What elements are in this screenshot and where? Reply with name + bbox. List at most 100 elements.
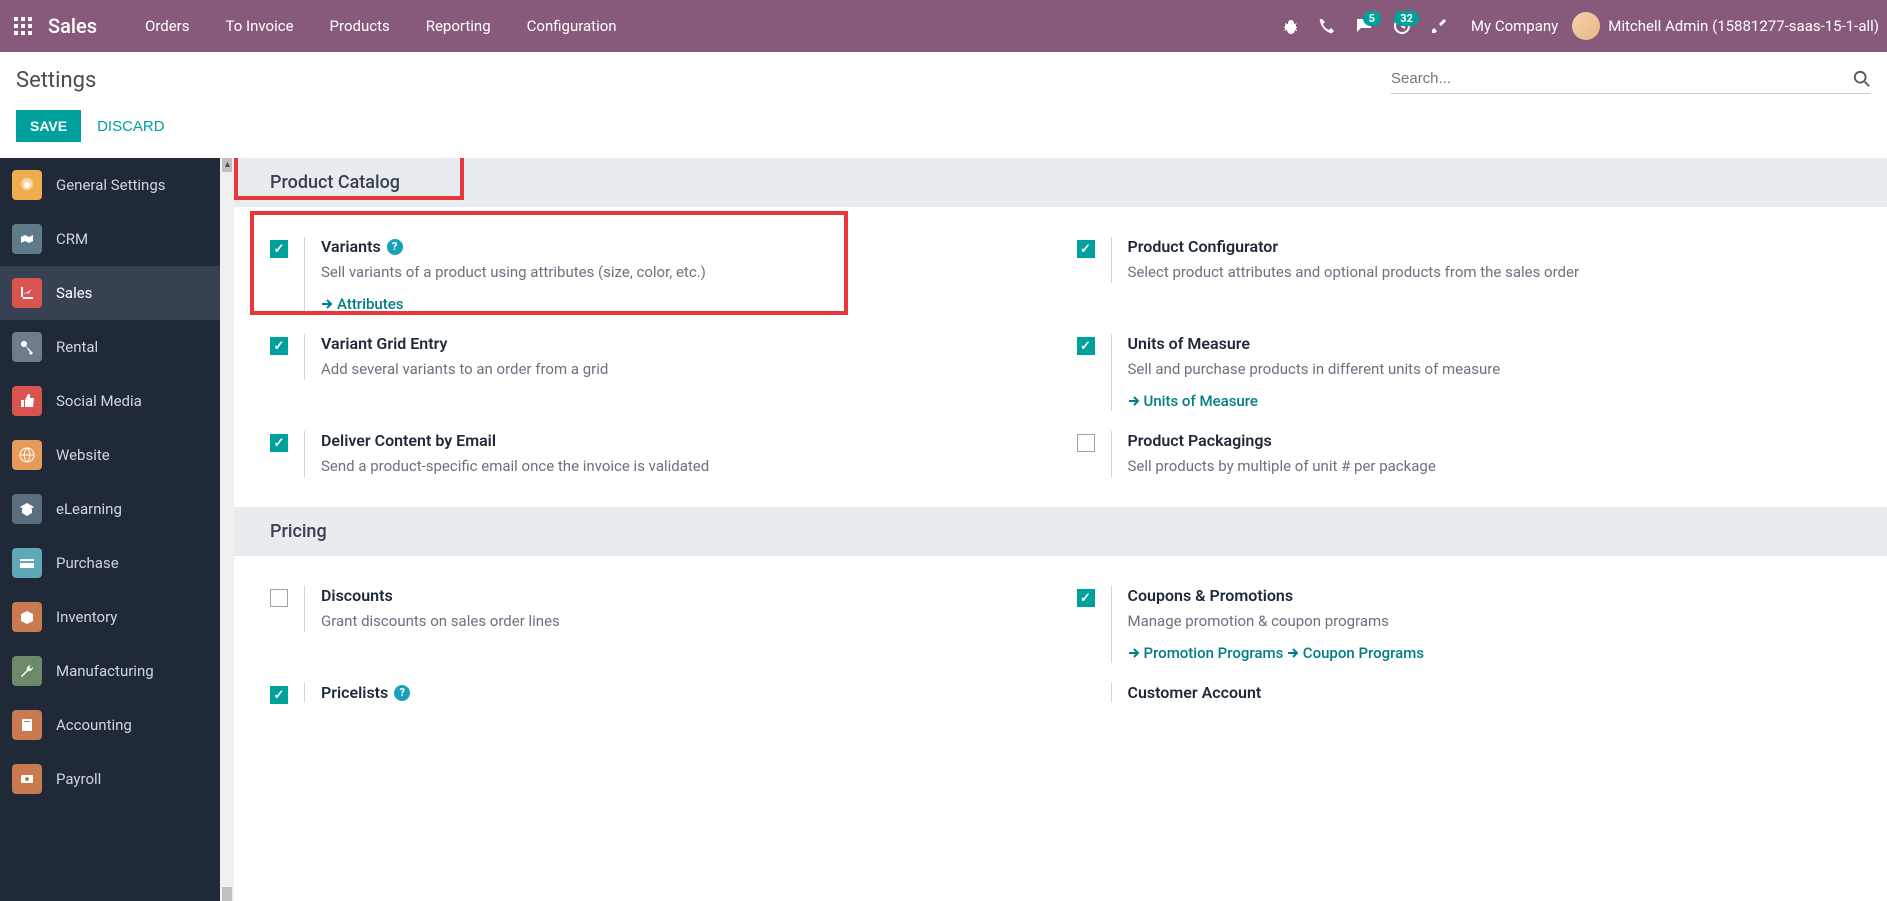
- activity-badge: 32: [1394, 11, 1419, 26]
- checkbox-deliver-content-email[interactable]: [270, 434, 288, 452]
- search-input[interactable]: [1391, 66, 1853, 91]
- settings-content: Product Catalog Variants? Sell variants …: [234, 158, 1887, 901]
- thumbs-up-icon: [12, 386, 42, 416]
- setting-desc: Select product attributes and optional p…: [1128, 262, 1852, 283]
- sidebar-item-label: Inventory: [56, 608, 117, 626]
- setting-variant-grid-entry: Variant Grid Entry Add several variants …: [254, 324, 1061, 421]
- setting-title: Coupons & Promotions: [1128, 586, 1294, 605]
- setting-desc: Sell products by multiple of unit # per …: [1128, 456, 1852, 477]
- setting-title: Product Packagings: [1128, 431, 1272, 450]
- setting-title: Deliver Content by Email: [321, 431, 496, 450]
- bug-icon[interactable]: [1273, 18, 1309, 34]
- setting-coupons-promotions: Coupons & Promotions Manage promotion & …: [1061, 576, 1868, 673]
- settings-sidebar: General Settings CRM Sales Rental Social…: [0, 158, 220, 901]
- action-bar: SAVE DISCARD: [0, 102, 1887, 158]
- menu-orders[interactable]: Orders: [127, 17, 208, 35]
- setting-title: Customer Account: [1128, 683, 1262, 702]
- section-header-pricing: Pricing: [234, 507, 1887, 556]
- page-title: Settings: [16, 68, 96, 93]
- checkbox-discounts[interactable]: [270, 589, 288, 607]
- menu-to-invoice[interactable]: To Invoice: [208, 17, 312, 35]
- sidebar-item-label: Sales: [56, 284, 92, 302]
- setting-pricelists: Pricelists?: [254, 673, 1061, 714]
- sidebar-item-website[interactable]: Website: [0, 428, 220, 482]
- setting-desc: Sell and purchase products in different …: [1128, 359, 1852, 380]
- checkbox-pricelists[interactable]: [270, 686, 288, 704]
- brand-title[interactable]: Sales: [48, 14, 97, 38]
- checkbox-variant-grid-entry[interactable]: [270, 337, 288, 355]
- setting-title: Units of Measure: [1128, 334, 1250, 353]
- discard-button[interactable]: DISCARD: [97, 118, 165, 135]
- setting-product-configurator: Product Configurator Select product attr…: [1061, 227, 1868, 324]
- help-icon[interactable]: ?: [394, 685, 410, 701]
- user-menu[interactable]: Mitchell Admin (15881277-saas-15-1-all): [1572, 12, 1879, 40]
- sidebar-item-payroll[interactable]: Payroll: [0, 752, 220, 806]
- menu-reporting[interactable]: Reporting: [408, 17, 509, 35]
- setting-title: Discounts: [321, 586, 393, 605]
- sidebar-item-label: Website: [56, 446, 110, 464]
- setting-title: Product Configurator: [1128, 237, 1279, 256]
- sidebar-item-manufacturing[interactable]: Manufacturing: [0, 644, 220, 698]
- menu-products[interactable]: Products: [312, 17, 408, 35]
- sidebar-item-inventory[interactable]: Inventory: [0, 590, 220, 644]
- setting-discounts: Discounts Grant discounts on sales order…: [254, 576, 1061, 673]
- sidebar-item-label: General Settings: [56, 176, 166, 194]
- checkbox-product-configurator[interactable]: [1077, 240, 1095, 258]
- sidebar-item-label: Manufacturing: [56, 662, 154, 680]
- setting-desc: Send a product-specific email once the i…: [321, 456, 1045, 477]
- sidebar-item-crm[interactable]: CRM: [0, 212, 220, 266]
- wrench-icon: [12, 656, 42, 686]
- sidebar-item-label: Accounting: [56, 716, 132, 734]
- sidebar-item-label: Purchase: [56, 554, 119, 572]
- activity-icon[interactable]: 32: [1383, 17, 1421, 35]
- apps-icon[interactable]: [8, 11, 38, 41]
- sidebar-item-elearning[interactable]: eLearning: [0, 482, 220, 536]
- sidebar-item-rental[interactable]: Rental: [0, 320, 220, 374]
- link-coupon-programs[interactable]: Coupon Programs: [1287, 644, 1424, 662]
- setting-product-packagings: Product Packagings Sell products by mult…: [1061, 421, 1868, 487]
- highlight-box-variants: [250, 211, 848, 315]
- setting-deliver-content-email: Deliver Content by Email Send a product-…: [254, 421, 1061, 487]
- book-icon: [12, 710, 42, 740]
- globe-icon: [12, 440, 42, 470]
- handshake-icon: [12, 224, 42, 254]
- money-icon: [12, 764, 42, 794]
- avatar: [1572, 12, 1600, 40]
- subheader: Settings: [0, 52, 1887, 102]
- setting-desc: Add several variants to an order from a …: [321, 359, 1045, 380]
- search-wrap: [1391, 66, 1871, 94]
- checkbox-coupons-promotions[interactable]: [1077, 589, 1095, 607]
- graduation-icon: [12, 494, 42, 524]
- sidebar-scrollbar[interactable]: ▲▼: [220, 158, 234, 901]
- tools-icon[interactable]: [1421, 18, 1457, 34]
- messages-badge: 5: [1363, 11, 1381, 26]
- highlight-box-header: [234, 158, 464, 200]
- checkbox-units-of-measure[interactable]: [1077, 337, 1095, 355]
- link-promotion-programs[interactable]: Promotion Programs: [1128, 644, 1284, 662]
- main-wrap: General Settings CRM Sales Rental Social…: [0, 158, 1887, 901]
- messages-icon[interactable]: 5: [1345, 17, 1383, 35]
- sidebar-item-purchase[interactable]: Purchase: [0, 536, 220, 590]
- sidebar-item-general-settings[interactable]: General Settings: [0, 158, 220, 212]
- save-button[interactable]: SAVE: [16, 110, 81, 142]
- sidebar-item-social-media[interactable]: Social Media: [0, 374, 220, 428]
- setting-desc: Grant discounts on sales order lines: [321, 611, 1045, 632]
- card-icon: [12, 548, 42, 578]
- chart-icon: [12, 278, 42, 308]
- phone-icon[interactable]: [1309, 18, 1345, 34]
- setting-units-of-measure: Units of Measure Sell and purchase produ…: [1061, 324, 1868, 421]
- sidebar-item-label: Rental: [56, 338, 98, 356]
- sidebar-item-sales[interactable]: Sales: [0, 266, 220, 320]
- sidebar-item-accounting[interactable]: Accounting: [0, 698, 220, 752]
- search-icon[interactable]: [1853, 70, 1871, 88]
- sidebar-item-label: eLearning: [56, 500, 122, 518]
- product-catalog-grid: Variants? Sell variants of a product usi…: [234, 207, 1887, 507]
- setting-customer-account: Customer Account: [1061, 673, 1868, 714]
- box-icon: [12, 602, 42, 632]
- setting-desc: Manage promotion & coupon programs: [1128, 611, 1852, 632]
- sidebar-item-label: Payroll: [56, 770, 101, 788]
- checkbox-product-packagings[interactable]: [1077, 434, 1095, 452]
- menu-configuration[interactable]: Configuration: [509, 17, 635, 35]
- company-selector[interactable]: My Company: [1457, 17, 1572, 35]
- link-units-of-measure[interactable]: Units of Measure: [1128, 392, 1258, 410]
